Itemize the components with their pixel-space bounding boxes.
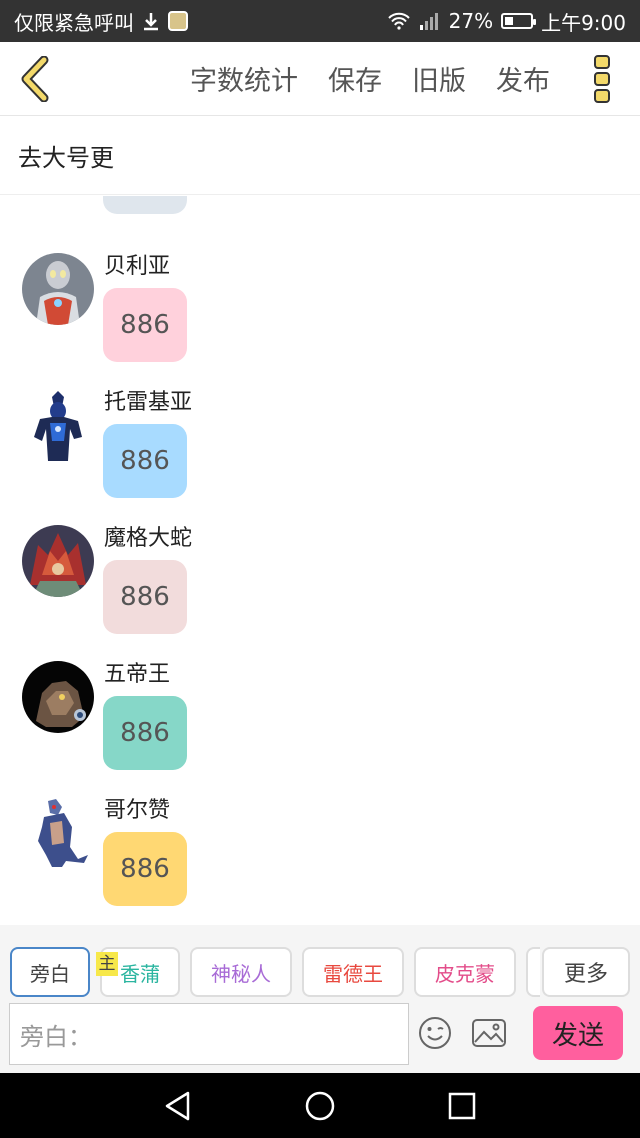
editor-toolbar: 字数统计 保存 旧版 发布 (0, 42, 640, 116)
message-bubble[interactable]: 886 (103, 560, 187, 634)
smiley-icon (419, 1017, 451, 1049)
message-bubble[interactable]: 886 (103, 696, 187, 770)
publish-button[interactable]: 发布 (496, 59, 550, 98)
status-bar: 仅限紧急呼叫 27% 上午9:00 (0, 0, 640, 42)
chat-message[interactable]: 贝利亚 886 (0, 253, 640, 389)
chat-message[interactable]: 五帝王 886 (0, 661, 640, 797)
message-input[interactable]: 旁白： (9, 1003, 409, 1065)
clock: 上午9:00 (541, 10, 626, 35)
host-badge: 主 (96, 952, 118, 976)
more-vertical-icon (594, 54, 610, 103)
chat-list[interactable]: 886 贝利亚 886 (0, 196, 640, 925)
avatar[interactable] (22, 797, 94, 869)
character-chip-redking[interactable]: 雷德王 (302, 947, 404, 997)
character-chip-partial[interactable] (526, 947, 540, 997)
nav-home-button[interactable] (303, 1089, 337, 1123)
character-name: 五帝王 (104, 662, 171, 687)
battery-percent: 27% (448, 9, 494, 33)
app-notification-icon (168, 11, 188, 31)
image-button[interactable] (471, 1018, 507, 1048)
character-chip-mystery[interactable]: 神秘人 (190, 947, 292, 997)
character-name: 魔格大蛇 (104, 526, 193, 551)
nav-recents-button[interactable] (445, 1089, 479, 1123)
word-count-button[interactable]: 字数统计 (190, 59, 298, 98)
system-nav-bar (0, 1073, 640, 1138)
download-icon (142, 11, 160, 31)
chat-message[interactable]: 魔格大蛇 886 (0, 525, 640, 661)
avatar[interactable] (22, 389, 94, 461)
carrier-text: 仅限紧急呼叫 (14, 10, 134, 35)
more-menu-button[interactable] (572, 42, 632, 116)
avatar[interactable] (22, 525, 94, 597)
character-name: 哥尔赞 (104, 798, 171, 823)
avatar[interactable] (22, 661, 94, 733)
wifi-icon (387, 12, 411, 30)
character-chip-narrator[interactable]: 旁白 (10, 947, 90, 997)
signal-icon (419, 11, 441, 31)
square-recents-icon (448, 1092, 476, 1120)
message-bubble[interactable]: 886 (103, 832, 187, 906)
message-bubble[interactable]: 886 (103, 288, 187, 362)
chip-label: 旁白 (30, 961, 70, 986)
chevron-left-icon (21, 55, 49, 102)
story-title-text: 去大号更 (18, 144, 114, 172)
character-name: 托雷基亚 (104, 390, 193, 415)
input-placeholder: 旁白： (20, 1022, 92, 1051)
chip-label: 雷德王 (323, 961, 383, 986)
character-name: 贝利亚 (104, 254, 171, 279)
chat-message[interactable]: 托雷基亚 886 (0, 389, 640, 525)
avatar[interactable] (22, 253, 94, 325)
save-button[interactable]: 保存 (328, 59, 382, 98)
old-version-button[interactable]: 旧版 (412, 59, 466, 98)
emoji-button[interactable] (418, 1016, 452, 1050)
chat-message[interactable]: 哥尔赞 886 (0, 797, 640, 925)
send-button[interactable]: 发送 (533, 1006, 623, 1060)
chat-message[interactable]: 886 (0, 196, 640, 241)
nav-back-button[interactable] (160, 1089, 194, 1123)
chip-label: 神秘人 (211, 961, 271, 986)
battery-icon (501, 13, 537, 29)
back-button[interactable] (0, 42, 70, 116)
story-title[interactable]: 去大号更 (0, 117, 640, 195)
character-chip-pigmon[interactable]: 皮克蒙 (414, 947, 516, 997)
chip-label: 皮克蒙 (435, 961, 495, 986)
chip-label: 香蒲 (120, 961, 160, 986)
circle-home-icon (305, 1091, 335, 1121)
image-icon (472, 1019, 506, 1047)
message-bubble[interactable]: 886 (103, 196, 187, 214)
message-bubble[interactable]: 886 (103, 424, 187, 498)
more-characters-button[interactable]: 更多 (542, 947, 630, 997)
triangle-back-icon (165, 1091, 190, 1121)
